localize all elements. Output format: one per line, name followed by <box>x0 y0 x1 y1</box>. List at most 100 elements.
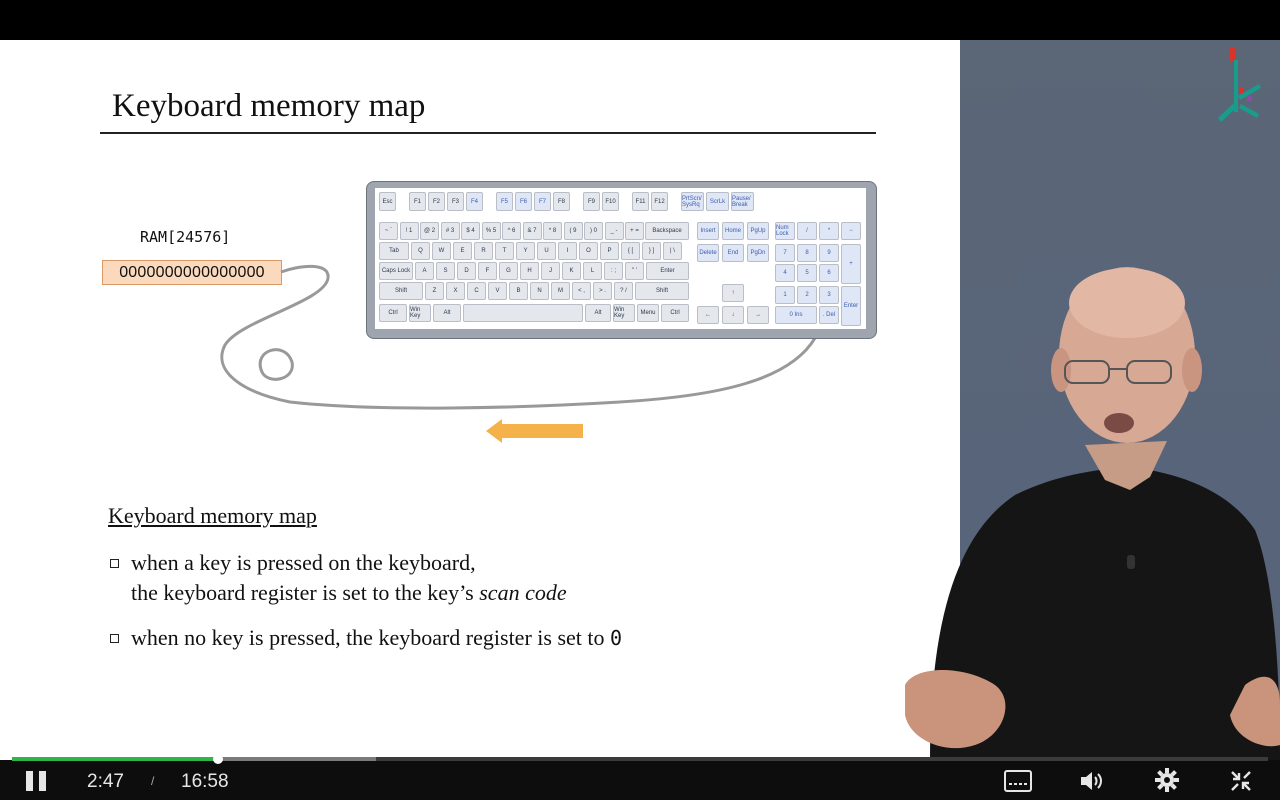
keyboard-key: D <box>457 262 476 280</box>
progress-scrubber[interactable] <box>212 754 223 764</box>
keyboard-key: 7 <box>775 244 795 262</box>
keyboard-key: PrtScn/ SysRq <box>681 192 704 211</box>
keyboard-key: 9 <box>819 244 839 262</box>
keyboard-key: Backspace <box>645 222 689 240</box>
keyboard-key: B <box>509 282 528 300</box>
pause-icon[interactable] <box>24 769 48 793</box>
keyboard-key: # 3 <box>440 222 460 240</box>
keyboard-key: R <box>474 242 493 260</box>
subheading: Keyboard memory map <box>108 503 317 528</box>
keyboard-key: Num Lock <box>775 222 795 240</box>
keyboard-key: Ctrl <box>661 304 689 322</box>
keyboard-key: End <box>722 244 744 262</box>
keyboard-key: : ; <box>604 262 623 280</box>
keyboard-key: ← <box>697 306 719 324</box>
code-zero: 0 <box>610 626 623 650</box>
bullet-text: when no key is pressed, the keyboard reg… <box>131 625 610 650</box>
keyboard-key: Alt <box>585 304 611 322</box>
keyboard-key: ^ 6 <box>502 222 521 240</box>
ram-register: 0000000000000000 <box>102 260 282 285</box>
video-player[interactable]: Keyboard memory map RAM[24576] 000000000… <box>0 40 1280 760</box>
bullet-square-icon <box>110 559 119 568</box>
keyboard-key: ! 1 <box>399 222 419 240</box>
time-separator: / <box>151 774 155 788</box>
keyboard-key: F10 <box>602 192 619 211</box>
keyboard-key: F5 <box>496 192 513 211</box>
keyboard-key: Alt <box>433 304 461 322</box>
keyboard-key: | \ <box>663 242 682 260</box>
keyboard-key: S <box>436 262 455 280</box>
keyboard-key: Delete <box>697 244 719 262</box>
keyboard-key: F2 <box>428 192 445 211</box>
keyboard-key: Caps Lock <box>379 262 413 280</box>
keyboard-key: 1 <box>775 286 795 304</box>
progress-played <box>12 757 218 761</box>
keyboard-key: F9 <box>583 192 600 211</box>
keyboard-key: ↑ <box>722 284 744 302</box>
keyboard-key: Win Key <box>613 304 635 322</box>
bullet-line: the keyboard register is set to the key’… <box>131 580 567 606</box>
keyboard-key: T <box>495 242 514 260</box>
keyboard-key: F1 <box>409 192 426 211</box>
keyboard-key: ~ ` <box>379 222 398 240</box>
keyboard-key: Tab <box>379 242 409 260</box>
keyboard-key: ScrLk <box>706 192 729 211</box>
keyboard-key: F11 <box>632 192 649 211</box>
keyboard-key: U <box>537 242 556 260</box>
keyboard-key: Z <box>425 282 444 300</box>
keyboard-key: V <box>488 282 507 300</box>
keyboard-key: Home <box>722 222 744 240</box>
bullet-line: when a key is pressed on the keyboard, <box>131 550 476 575</box>
ram-label: RAM[24576] <box>140 228 231 246</box>
keyboard-key: > . <box>593 282 612 300</box>
keyboard-key: C <box>467 282 486 300</box>
keyboard-key: ) 0 <box>584 222 603 240</box>
keyboard-key: + <box>841 244 861 284</box>
keyboard-key: PgDn <box>747 244 769 262</box>
keyboard-key: I <box>558 242 577 260</box>
current-time: 2:47 <box>87 771 124 792</box>
keyboard-key: * 8 <box>543 222 562 240</box>
keyboard-key: " ' <box>625 262 644 280</box>
keyboard-key: Esc <box>379 192 396 211</box>
bullet-text: the keyboard register is set to the key’… <box>131 580 480 605</box>
keyboard-key: < , <box>572 282 591 300</box>
keyboard-key: Insert <box>697 222 719 240</box>
keyboard-key: 2 <box>797 286 817 304</box>
keyboard-key: N <box>530 282 549 300</box>
keyboard-key: Win Key <box>409 304 431 322</box>
keyboard-key: Shift <box>379 282 423 300</box>
keyboard-key: Enter <box>646 262 689 280</box>
keyboard-key: F4 <box>466 192 483 211</box>
keyboard-key <box>463 304 583 322</box>
keyboard-key: G <box>499 262 518 280</box>
keyboard-key: F <box>478 262 497 280</box>
slide: Keyboard memory map RAM[24576] 000000000… <box>0 40 960 760</box>
scan-code-text: scan code <box>479 580 567 605</box>
keyboard-key: → <box>747 306 769 324</box>
captions-icon[interactable] <box>1004 770 1032 792</box>
keyboard-key: F3 <box>447 192 464 211</box>
keyboard-key: W <box>432 242 451 260</box>
keyboard-key: 6 <box>819 264 839 282</box>
keyboard-key: M <box>551 282 570 300</box>
keyboard-key: Menu <box>637 304 659 322</box>
volume-icon[interactable] <box>1080 770 1106 792</box>
duration: 16:58 <box>181 771 229 792</box>
keyboard-key: X <box>446 282 465 300</box>
presenter-image <box>905 267 1280 760</box>
keyboard-key: F7 <box>534 192 551 211</box>
keyboard-key: 5 <box>797 264 817 282</box>
slide-title: Keyboard memory map <box>112 88 426 124</box>
exit-fullscreen-icon[interactable] <box>1230 770 1252 792</box>
keyboard-key: ( 9 <box>563 222 583 240</box>
keyboard-key: K <box>562 262 581 280</box>
keyboard-key: $ 4 <box>461 222 480 240</box>
keyboard-key: 8 <box>797 244 817 262</box>
keyboard-key: Shift <box>635 282 689 300</box>
keyboard-key: % 5 <box>481 222 501 240</box>
gear-icon[interactable] <box>1155 768 1179 792</box>
bullet-square-icon <box>110 634 119 643</box>
keyboard-key: 3 <box>819 286 839 304</box>
keyboard-key: & 7 <box>522 222 542 240</box>
